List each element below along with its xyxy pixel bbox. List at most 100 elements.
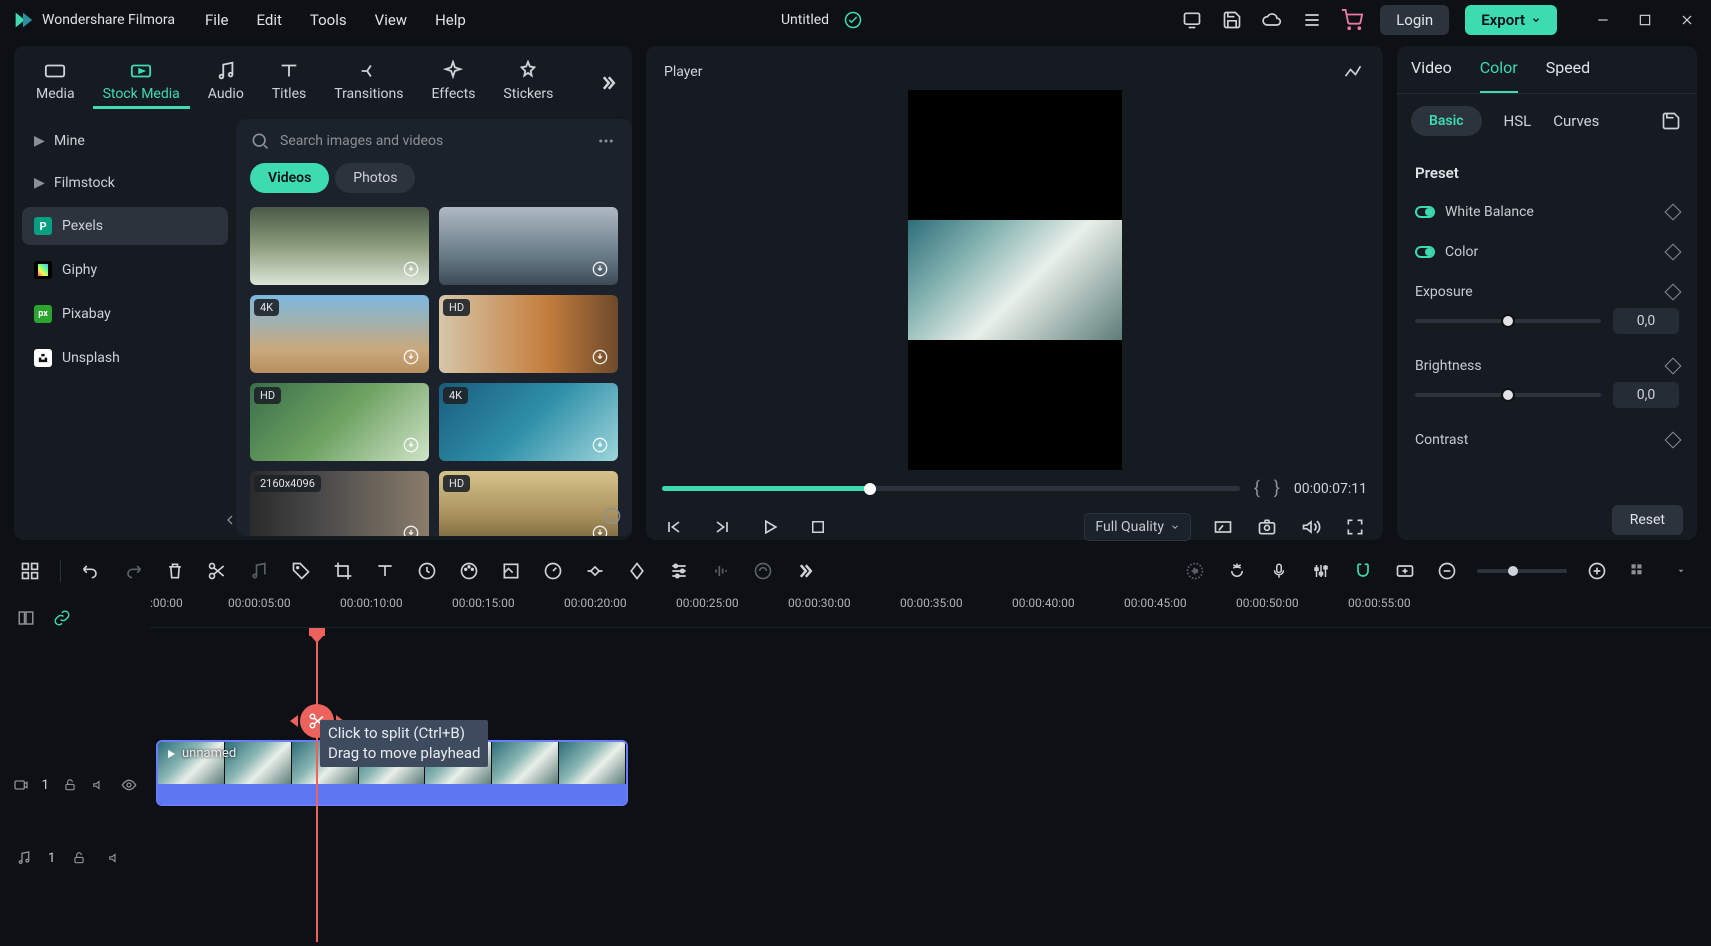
toggle-track-headers-icon[interactable] [14,606,38,630]
stock-thumb[interactable]: 2160x4096 [250,471,429,536]
speed-icon[interactable] [415,559,439,583]
search-input[interactable]: Search images and videos [250,131,582,151]
tab-speed[interactable]: Speed [1546,58,1590,93]
stock-thumb[interactable]: HD [439,471,618,536]
download-icon[interactable] [588,345,612,369]
save-preset-icon[interactable] [1659,109,1683,133]
export-button[interactable]: Export [1465,5,1557,35]
layout-grid-icon[interactable] [18,559,42,583]
step-forward-icon[interactable] [710,515,734,539]
white-balance-toggle[interactable] [1415,206,1435,218]
audio-sync-icon[interactable] [751,559,775,583]
menu-file[interactable]: File [205,11,229,29]
tab-stickers[interactable]: Stickers [493,56,563,109]
color-toggle[interactable] [1415,246,1435,258]
keyframe-icon[interactable] [1665,432,1682,449]
menu-help[interactable]: Help [435,11,466,29]
tab-audio[interactable]: Audio [198,56,254,109]
lock-icon[interactable] [67,846,91,870]
stock-thumb[interactable]: 4K [439,383,618,461]
ratio-icon[interactable] [1211,515,1235,539]
reset-button[interactable]: Reset [1612,505,1683,535]
player-viewport[interactable] [646,90,1383,470]
split-icon[interactable] [205,559,229,583]
tab-stock-media[interactable]: Stock Media [93,56,190,109]
subtab-hsl[interactable]: HSL [1504,112,1532,130]
stock-thumb[interactable]: HD [250,383,429,461]
source-giphy[interactable]: Giphy [22,251,228,289]
quality-dropdown[interactable]: Full Quality [1084,513,1191,541]
zoom-slider[interactable] [1477,569,1567,573]
keyframe-icon[interactable] [1665,244,1682,261]
chroma-icon[interactable] [625,559,649,583]
download-icon[interactable] [588,433,612,457]
marker-icon[interactable] [1225,559,1249,583]
info-icon[interactable] [600,504,624,528]
tab-color[interactable]: Color [1480,58,1518,93]
stock-thumb[interactable]: 4K [250,295,429,373]
menu-view[interactable]: View [375,11,407,29]
scope-icon[interactable] [1341,60,1365,84]
menu-edit[interactable]: Edit [257,11,282,29]
stock-thumb[interactable] [250,207,429,285]
tab-effects[interactable]: Effects [421,56,485,109]
keyframe-icon[interactable] [1665,204,1682,221]
mark-out-icon[interactable]: } [1274,478,1280,499]
delete-icon[interactable] [163,559,187,583]
mixer-icon[interactable] [1309,559,1333,583]
stock-thumb[interactable] [439,207,618,285]
seek-bar[interactable] [662,486,1240,491]
text-icon[interactable] [373,559,397,583]
source-filmstock[interactable]: ▶Filmstock [22,165,228,201]
magnetic-icon[interactable] [1351,559,1375,583]
view-mode-icon[interactable] [1627,559,1651,583]
download-icon[interactable] [588,257,612,281]
expand-tabs-icon[interactable] [596,71,620,95]
volume-icon[interactable] [1299,515,1323,539]
adjust-icon[interactable] [667,559,691,583]
mute-icon[interactable] [103,846,127,870]
playhead[interactable] [316,628,318,942]
brightness-value[interactable]: 0,0 [1613,382,1679,408]
cart-icon[interactable] [1340,8,1364,32]
subtab-basic[interactable]: Basic [1411,106,1482,136]
pill-videos[interactable]: Videos [250,163,329,193]
source-unsplash[interactable]: Unsplash [22,339,228,377]
tab-video[interactable]: Video [1411,58,1452,93]
source-pexels[interactable]: PPexels [22,207,228,245]
tab-media[interactable]: Media [26,56,85,109]
brightness-slider[interactable] [1415,393,1601,397]
keyframe-icon[interactable] [1665,284,1682,301]
stop-icon[interactable] [806,515,830,539]
keyframe-tb-icon[interactable] [583,559,607,583]
download-icon[interactable] [399,257,423,281]
window-maximize-icon[interactable] [1633,8,1657,32]
audio-bars-icon[interactable] [709,559,733,583]
snapshot-icon[interactable] [1255,515,1279,539]
music-beat-icon[interactable] [247,559,271,583]
exposure-value[interactable]: 0,0 [1613,308,1679,334]
subtab-curves[interactable]: Curves [1553,112,1599,130]
mark-in-icon[interactable]: { [1254,478,1260,499]
stock-thumb[interactable]: HD [439,295,618,373]
pill-photos[interactable]: Photos [335,163,415,193]
add-track-icon[interactable] [1393,559,1417,583]
list-icon[interactable] [1300,8,1324,32]
window-close-icon[interactable] [1675,8,1699,32]
redo-icon[interactable] [121,559,145,583]
download-icon[interactable] [399,433,423,457]
color-palette-icon[interactable] [457,559,481,583]
crop-icon[interactable] [331,559,355,583]
keyframe-icon[interactable] [1665,358,1682,375]
eye-icon[interactable] [120,773,138,797]
fullscreen-icon[interactable] [1343,515,1367,539]
download-icon[interactable] [399,521,423,536]
more-tools-icon[interactable] [793,559,817,583]
record-icon[interactable] [1183,559,1207,583]
menu-tools[interactable]: Tools [310,11,347,29]
mask-icon[interactable] [499,559,523,583]
speedometer-icon[interactable] [541,559,565,583]
save-icon[interactable] [1220,8,1244,32]
window-minimize-icon[interactable] [1591,8,1615,32]
source-pixabay[interactable]: pxPixabay [22,295,228,333]
